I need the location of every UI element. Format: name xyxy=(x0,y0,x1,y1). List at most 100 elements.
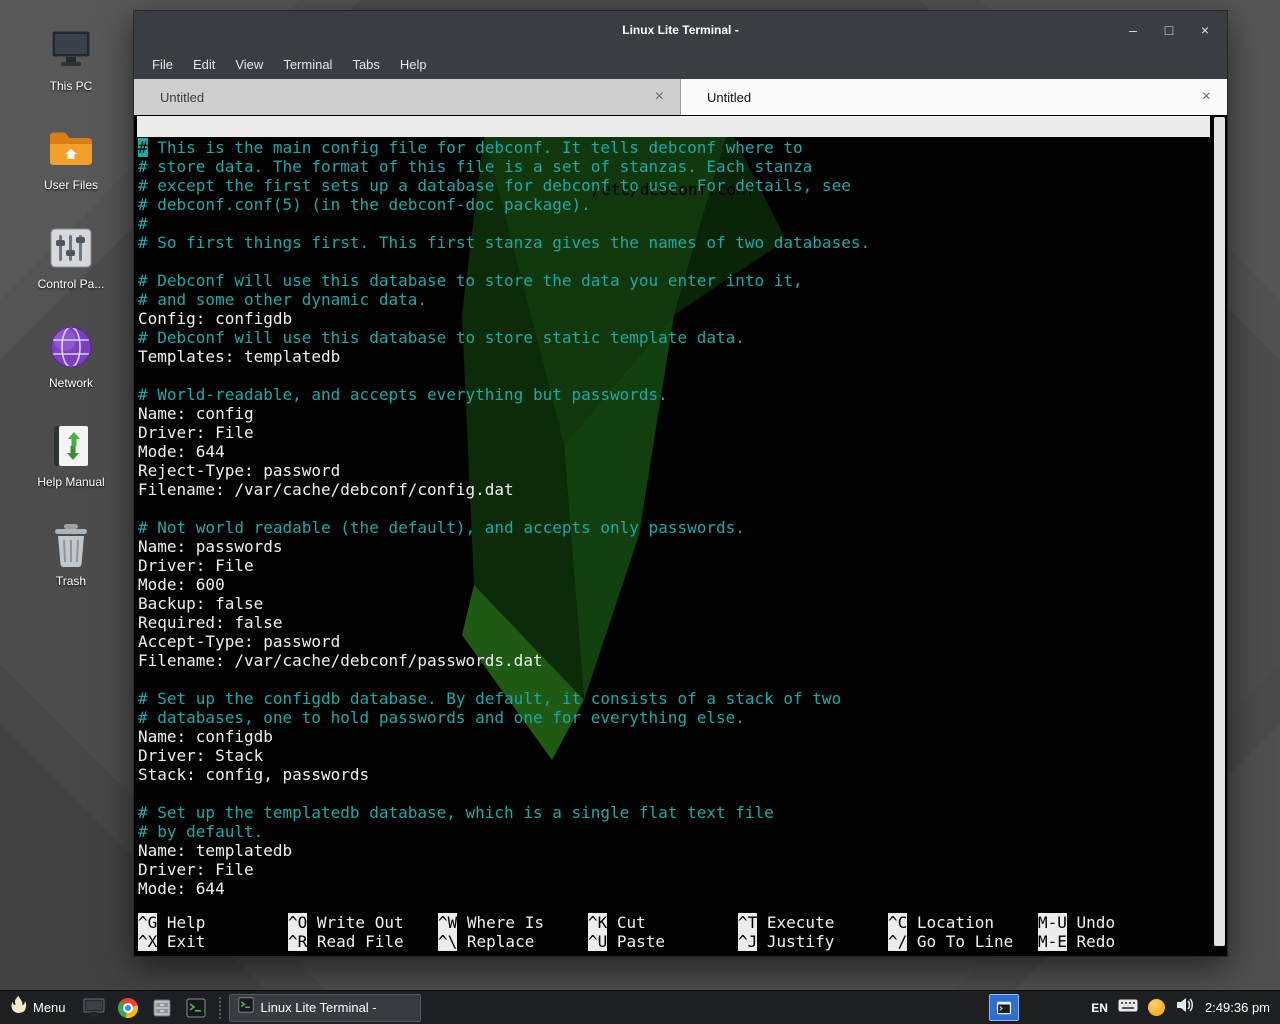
desktop-icon-this-pc[interactable]: This PC xyxy=(12,26,130,93)
nano-line: # This is the main config file for debco… xyxy=(138,138,1209,157)
nano-line: # xyxy=(138,214,1209,233)
terminal-scrollbar[interactable] xyxy=(1214,117,1225,946)
chrome-icon[interactable] xyxy=(114,994,142,1022)
nano-line: Reject-Type: password xyxy=(138,461,1209,480)
nano-line: Driver: File xyxy=(138,860,1209,879)
menu-terminal[interactable]: Terminal xyxy=(273,53,342,76)
folder-icon xyxy=(47,125,95,173)
nano-line: # Set up the templatedb database, which … xyxy=(138,803,1209,822)
language-indicator[interactable]: EN xyxy=(1091,1001,1108,1015)
close-icon[interactable]: × xyxy=(1195,20,1215,40)
window-title: Linux Lite Terminal - xyxy=(134,11,1227,49)
nano-line: Driver: File xyxy=(138,556,1209,575)
network-globe-icon xyxy=(47,323,95,371)
nano-line: # debconf.conf(5) (in the debconf-doc pa… xyxy=(138,195,1209,214)
nano-shortcut: ^X Exit xyxy=(138,932,288,951)
nano-line: # databases, one to hold passwords and o… xyxy=(138,708,1209,727)
menu-button[interactable]: Menu xyxy=(0,991,76,1024)
chrome-logo xyxy=(118,998,138,1018)
desktop-icon-label: Trash xyxy=(56,574,86,588)
nano-line xyxy=(138,784,1209,803)
nano-line: # So first things first. This first stan… xyxy=(138,233,1209,252)
nano-line: Name: passwords xyxy=(138,537,1209,556)
nano-shortcut: ^\ Replace xyxy=(438,932,588,951)
nano-line: # by default. xyxy=(138,822,1209,841)
menu-bar: File Edit View Terminal Tabs Help xyxy=(134,49,1227,79)
tray-terminal-icon[interactable] xyxy=(989,994,1019,1021)
nano-shortcut: ^C Location xyxy=(888,913,1038,932)
minimize-icon[interactable]: – xyxy=(1123,20,1143,40)
terminal-screen[interactable]: GNU nano 7.2 /etc/debconf.conf # This is… xyxy=(134,115,1227,956)
tab-label: Untitled xyxy=(707,90,751,105)
terminal-launcher-icon[interactable] xyxy=(182,994,210,1022)
computer-icon xyxy=(47,26,95,74)
nano-line: Config: configdb xyxy=(138,309,1209,328)
nano-cursor: # xyxy=(138,138,148,157)
help-manual-icon xyxy=(47,422,95,470)
file-manager-icon[interactable] xyxy=(148,994,176,1022)
desktop-icon-help-manual[interactable]: Help Manual xyxy=(12,422,130,489)
nano-line: # except the first sets up a database fo… xyxy=(138,176,1209,195)
nano-line: Mode: 644 xyxy=(138,442,1209,461)
desktop-launcher-icon[interactable] xyxy=(80,994,108,1022)
maximize-icon[interactable]: □ xyxy=(1159,20,1179,40)
desktop-icon-list: This PC User Files Control Pa... Network… xyxy=(12,26,130,588)
desktop-icon-label: This PC xyxy=(50,79,93,93)
tab-bar: Untitled × Untitled × xyxy=(134,79,1227,115)
nano-line xyxy=(138,252,1209,271)
nano-shortcut-bar: ^G Help^O Write Out^W Where Is^K Cut^T E… xyxy=(138,913,1209,951)
tab-close-icon[interactable]: × xyxy=(1202,89,1211,105)
nano-shortcut: ^R Read File xyxy=(288,932,438,951)
volume-icon[interactable] xyxy=(1175,997,1193,1018)
tab-label: Untitled xyxy=(160,90,204,105)
window-titlebar[interactable]: Linux Lite Terminal - – □ × xyxy=(134,11,1227,49)
desktop-icon-label: Help Manual xyxy=(37,475,104,489)
nano-shortcut: ^K Cut xyxy=(588,913,738,932)
clock[interactable]: 2:49:36 pm xyxy=(1203,1000,1270,1015)
nano-shortcut: ^/ Go To Line xyxy=(888,932,1038,951)
menu-edit[interactable]: Edit xyxy=(183,53,225,76)
nano-line: Required: false xyxy=(138,613,1209,632)
menu-tabs[interactable]: Tabs xyxy=(342,53,389,76)
nano-line: Accept-Type: password xyxy=(138,632,1209,651)
tab-close-icon[interactable]: × xyxy=(655,89,664,105)
nano-line: Backup: false xyxy=(138,594,1209,613)
nano-shortcut: ^O Write Out xyxy=(288,913,438,932)
nano-line: # Not world readable (the default), and … xyxy=(138,518,1209,537)
tab-untitled-1[interactable]: Untitled × xyxy=(134,79,681,115)
system-tray: EN 2:49:36 pm xyxy=(989,994,1280,1021)
taskbar-grip-handle[interactable] xyxy=(219,997,224,1019)
notification-icon[interactable] xyxy=(1148,999,1165,1016)
quick-launchers xyxy=(76,994,214,1022)
desktop-icon-label: Control Pa... xyxy=(38,277,105,291)
nano-line: Name: configdb xyxy=(138,727,1209,746)
nano-line: # and some other dynamic data. xyxy=(138,290,1209,309)
nano-shortcut: M-E Redo xyxy=(1038,932,1188,951)
nano-line: Driver: Stack xyxy=(138,746,1209,765)
nano-shortcut: ^J Justify xyxy=(738,932,888,951)
desktop-icon-network[interactable]: Network xyxy=(12,323,130,390)
desktop-icon-user-files[interactable]: User Files xyxy=(12,125,130,192)
nano-shortcut: ^W Where Is xyxy=(438,913,588,932)
linux-lite-flame-icon xyxy=(10,996,27,1020)
desktop-icon-trash[interactable]: Trash xyxy=(12,521,130,588)
nano-titlebar: GNU nano 7.2 /etc/debconf.conf xyxy=(137,116,1210,137)
menu-file[interactable]: File xyxy=(142,53,183,76)
control-panel-icon xyxy=(47,224,95,272)
nano-line: # Set up the configdb database. By defau… xyxy=(138,689,1209,708)
menu-button-label: Menu xyxy=(33,1000,66,1015)
terminal-window-icon xyxy=(238,997,254,1018)
menu-help[interactable]: Help xyxy=(390,53,437,76)
nano-shortcut: ^U Paste xyxy=(588,932,738,951)
menu-view[interactable]: View xyxy=(225,53,273,76)
nano-line xyxy=(138,366,1209,385)
task-button-terminal[interactable]: Linux Lite Terminal - xyxy=(229,994,421,1022)
nano-line: Filename: /var/cache/debconf/passwords.d… xyxy=(138,651,1209,670)
nano-buffer: # This is the main config file for debco… xyxy=(134,137,1227,898)
tab-untitled-2[interactable]: Untitled × xyxy=(681,79,1227,115)
desktop-icon-control-panel[interactable]: Control Pa... xyxy=(12,224,130,291)
nano-line: Name: templatedb xyxy=(138,841,1209,860)
trash-icon xyxy=(47,521,95,569)
nano-shortcut: ^G Help xyxy=(138,913,288,932)
keyboard-icon[interactable] xyxy=(1118,999,1138,1017)
